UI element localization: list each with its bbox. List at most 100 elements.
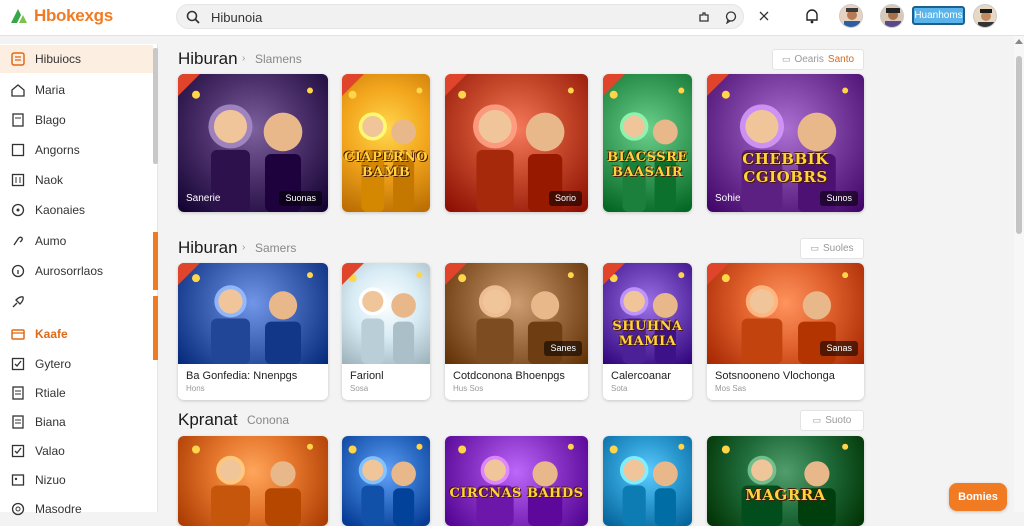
account-pill[interactable]: Huanhoms [912,6,965,25]
game-card[interactable]: Sanas Sotsnooneno Vlochonga Mos Sas [707,263,864,400]
avatar[interactable] [880,4,904,28]
sidebar-item-label: Aumo [35,234,66,248]
sidebar-item[interactable]: Valao [0,437,153,465]
sidebar-item-label: Maria [35,83,65,97]
card-title: Sotsnooneno Vlochonga [715,370,835,382]
ribbon-badge-icon [707,74,729,96]
section-subtitle[interactable]: Slamens [255,52,302,66]
game-card[interactable]: CIRCNAS BAHDS [445,436,588,526]
sidebar-item-label: Biana [35,415,66,429]
ribbon-badge-icon [342,263,364,285]
ribbon-badge-icon [603,74,625,96]
card-title: Farionl [350,370,384,382]
game-card[interactable] [603,436,692,526]
game-card[interactable]: CIAPERNO BAMB [342,74,430,212]
sidebar-item-label: Masodre [35,502,82,516]
game-card[interactable]: Farionl Sosa [342,263,430,400]
search-input[interactable]: Hibunoia [211,10,262,25]
sidebar-item[interactable]: Nizuo [0,466,153,494]
bell-icon[interactable] [803,7,821,25]
section-title: Hiburan [178,49,238,69]
section-more-button[interactable]: ▭Suoles [800,238,864,259]
game-card[interactable]: CHEBBIK CGIOBRSSohieSunos [707,74,864,212]
sidebar-item-label: Kaonaies [35,203,85,217]
card-tag: Sorio [549,191,582,206]
sidebar-item[interactable]: Aumo [0,227,153,255]
page-scrollbar[interactable] [1014,36,1024,512]
sidebar-item[interactable]: Naok [0,166,153,194]
game-thumbnail [178,436,328,526]
grid-icon [10,172,26,188]
check-icon [10,443,26,459]
sidebar-item-label: Naok [35,173,63,187]
card-meta: Farionl Sosa [342,364,430,399]
sidebar-item[interactable]: Blago [0,106,153,134]
sidebar-item[interactable]: Kaonaies [0,196,153,224]
sidebar-item[interactable]: Masodre [0,495,153,523]
chat-icon[interactable] [724,10,738,24]
game-thumbnail: Sorio [445,74,588,212]
ribbon-badge-icon [178,263,200,285]
expand-icon[interactable] [755,7,773,25]
more-label: Suoto [825,415,851,426]
more-label: Suoles [823,243,854,254]
sidebar-item[interactable]: Aurosorrlaos [0,257,153,285]
sidebar-item[interactable]: Biana [0,408,153,436]
section-subtitle[interactable]: Samers [255,241,296,255]
section-subtitle[interactable]: Conona [247,413,289,427]
game-card[interactable] [342,436,430,526]
scroll-up-icon[interactable] [1015,39,1023,44]
sidebar-item-label: Hibuiocs [35,52,81,66]
game-thumbnail: Sanas [707,263,864,364]
rocket-icon [10,294,26,310]
sidebar-item-label: Nizuo [35,473,66,487]
floating-action-button[interactable]: Bomies [949,483,1007,511]
book-icon [10,112,26,128]
more-icon: ▭ [782,54,791,65]
game-card[interactable]: Ba Gonfedia: Nnenpgs Hons [178,263,328,400]
game-card[interactable]: SHUHNA MAMIA Calercoanar Sota [603,263,692,400]
section-more-button[interactable]: ▭OearisSanto [772,49,864,70]
puzzle-icon[interactable] [697,10,711,24]
sidebar-item[interactable]: Maria [0,76,153,104]
sidebar-scrollbar[interactable] [153,48,158,164]
more-accent-label: Santo [828,54,854,65]
sidebar-item[interactable]: Rtiale [0,379,153,407]
game-card[interactable]: SanerieSuonas [178,74,328,212]
game-thumbnail [342,263,430,364]
game-card[interactable]: Sorio [445,74,588,212]
game-card[interactable]: Sanes Cotdconona Bhoenpgs Hus Sos [445,263,588,400]
game-card[interactable]: MAGRRA [707,436,864,526]
scrollbar-thumb[interactable] [1016,56,1022,234]
game-thumbnail [603,436,692,526]
card-caption: Sohie [715,193,741,204]
sidebar-item[interactable] [0,288,153,316]
character-illustration [707,436,864,526]
ribbon-badge-icon [445,74,467,96]
sidebar-item[interactable]: Hibuiocs [0,45,153,73]
game-thumbnail [178,263,328,364]
game-thumbnail: SHUHNA MAMIA [603,263,692,364]
app-logo[interactable]: Hbokexgs [8,5,113,27]
avatar[interactable] [973,4,997,28]
card-tag: Sunos [820,191,858,206]
game-card[interactable] [178,436,328,526]
more-icon: ▭ [813,415,822,426]
game-thumbnail: SanerieSuonas [178,74,328,212]
character-illustration [342,436,430,526]
game-thumbnail: Sanes [445,263,588,364]
sidebar-highlight [153,296,158,360]
game-logo-text: CIRCNAS BAHDS [445,486,588,501]
game-thumbnail: CHEBBIK CGIOBRSSohieSunos [707,74,864,212]
avatar[interactable] [839,4,863,28]
game-logo-text: CIAPERNO BAMB [342,150,430,180]
sidebar-item[interactable]: Angorns [0,136,153,164]
search-bar[interactable]: Hibunoia [176,4,744,29]
link-icon [10,233,26,249]
sidebar-item[interactable]: Gytero [0,350,153,378]
sidebar-item[interactable]: Kaafe [0,320,153,348]
logo-icon [8,5,30,27]
card-subtitle: Sota [611,384,627,393]
section-more-button[interactable]: ▭Suoto [800,410,864,431]
game-card[interactable]: BIACSSRE BAASAIR [603,74,692,212]
